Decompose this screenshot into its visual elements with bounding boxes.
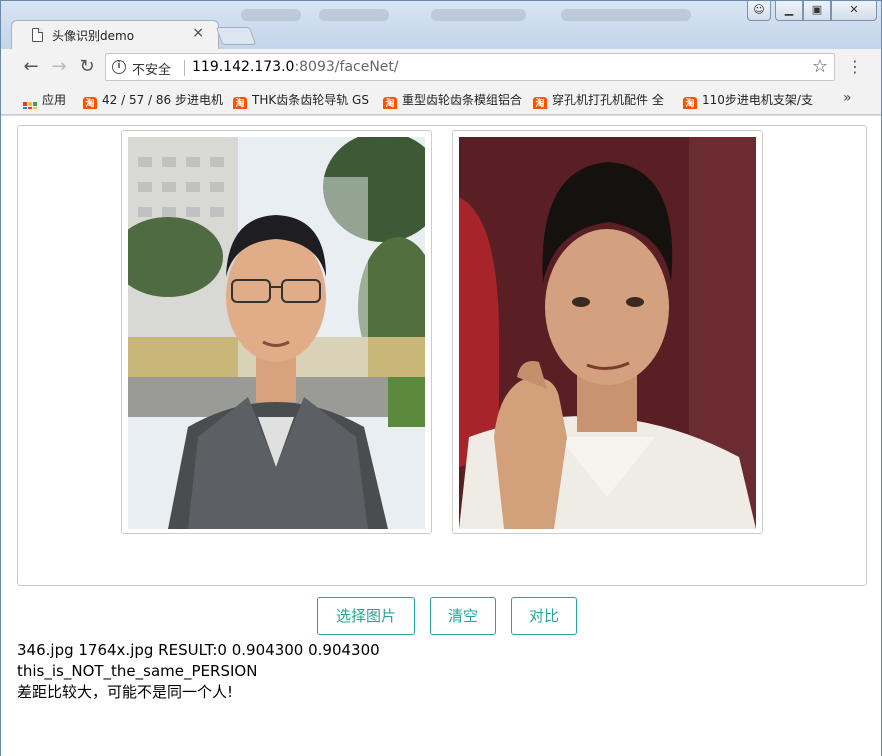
result-line-message: 差距比较大，可能不是同一个人! [17, 683, 234, 701]
url-port: :8093 [294, 59, 335, 75]
tab-close-icon[interactable]: × [192, 25, 204, 41]
face-photo-right [459, 137, 756, 529]
forward-arrow-icon[interactable]: → [47, 55, 71, 79]
page-content: 选择图片 清空 对比 346.jpg 1764x.jpg RESULT:0 0.… [1, 116, 881, 756]
bookmark-item[interactable]: 淘重型齿轮齿条模组铝合 [383, 91, 523, 109]
bookmark-star-icon[interactable]: ☆ [812, 56, 828, 77]
result-line-scores: 346.jpg 1764x.jpg RESULT:0 0.904300 0.90… [17, 641, 380, 659]
action-bar: 选择图片 清空 对比 [1, 597, 881, 635]
bookmark-item[interactable]: 淘 42 / 57 / 86 步进电机 [83, 91, 223, 109]
user-profile-button[interactable]: ☺ [747, 1, 771, 21]
url-host: 119.142.173.0 [192, 59, 295, 75]
address-bar[interactable]: i 不安全 119.142.173.0:8093/faceNet/ ☆ [105, 53, 835, 81]
taobao-icon: 淘 [83, 97, 97, 109]
face-photo-left [128, 137, 425, 529]
divider [184, 60, 185, 76]
bookmark-label: 应用 [42, 93, 67, 107]
minimize-button[interactable]: ▁ [775, 1, 803, 21]
menu-kebab-icon[interactable]: ⋮ [847, 55, 863, 79]
tab-title: 头像识别demo [52, 29, 135, 43]
bookmarks-bar: 应用 淘 42 / 57 / 86 步进电机 淘 THK齿条齿轮导轨 GS 淘重型齿… [1, 85, 881, 115]
bookmarks-overflow-icon[interactable]: » [843, 90, 852, 106]
compare-button[interactable]: 对比 [511, 597, 577, 635]
security-label[interactable]: 不安全 [132, 59, 171, 78]
taobao-icon: 淘 [383, 97, 397, 109]
image-card-left[interactable] [121, 130, 432, 534]
image-card-right[interactable] [452, 130, 763, 534]
bookmark-item[interactable]: 淘穿孔机打孔机配件 全 [533, 91, 673, 109]
url-text[interactable]: 119.142.173.0:8093/faceNet/ [192, 59, 399, 75]
bookmark-label: 重型齿轮齿条模组铝合 [402, 93, 523, 107]
bookmark-label: 110步进电机支架/支 [702, 93, 813, 107]
tab-active[interactable]: 头像识别demo × [11, 20, 219, 49]
result-output: 346.jpg 1764x.jpg RESULT:0 0.904300 0.90… [17, 640, 380, 703]
url-path: /faceNet/ [334, 59, 399, 75]
page-icon [32, 28, 43, 42]
taobao-icon: 淘 [233, 97, 247, 109]
bookmark-apps[interactable]: 应用 [23, 91, 79, 109]
taobao-icon: 淘 [533, 97, 547, 109]
clear-button[interactable]: 清空 [430, 597, 496, 635]
image-panel [17, 125, 867, 586]
taobao-icon: 淘 [683, 97, 697, 109]
blurred-background-tabs [231, 1, 741, 31]
maximize-button[interactable]: ▣ [803, 1, 831, 21]
bookmark-item[interactable]: 淘 110步进电机支架/支 [683, 91, 823, 109]
bookmark-label: THK齿条齿轮导轨 GS [252, 93, 369, 107]
bookmark-label: 穿孔机打孔机配件 全 [552, 93, 664, 107]
tab-strip: 头像识别demo × ☺ ▁ ▣ ✕ [1, 1, 881, 49]
close-window-button[interactable]: ✕ [831, 1, 877, 21]
choose-image-button[interactable]: 选择图片 [317, 597, 415, 635]
reload-icon[interactable]: ↻ [75, 55, 99, 79]
bookmark-label: 42 / 57 / 86 步进电机 [102, 93, 223, 107]
info-icon[interactable]: i [112, 60, 126, 74]
apps-grid-icon [23, 102, 37, 109]
back-arrow-icon[interactable]: ← [19, 55, 43, 79]
result-line-verdict: this_is_NOT_the_same_PERSION [17, 662, 258, 680]
browser-toolbar: ← → ↻ i 不安全 119.142.173.0:8093/faceNet/ … [1, 49, 881, 85]
new-tab-button[interactable] [215, 27, 257, 45]
browser-window: 头像识别demo × ☺ ▁ ▣ ✕ ← → ↻ i 不安全 119.142.1… [0, 0, 882, 756]
bookmark-item[interactable]: 淘 THK齿条齿轮导轨 GS [233, 91, 373, 109]
